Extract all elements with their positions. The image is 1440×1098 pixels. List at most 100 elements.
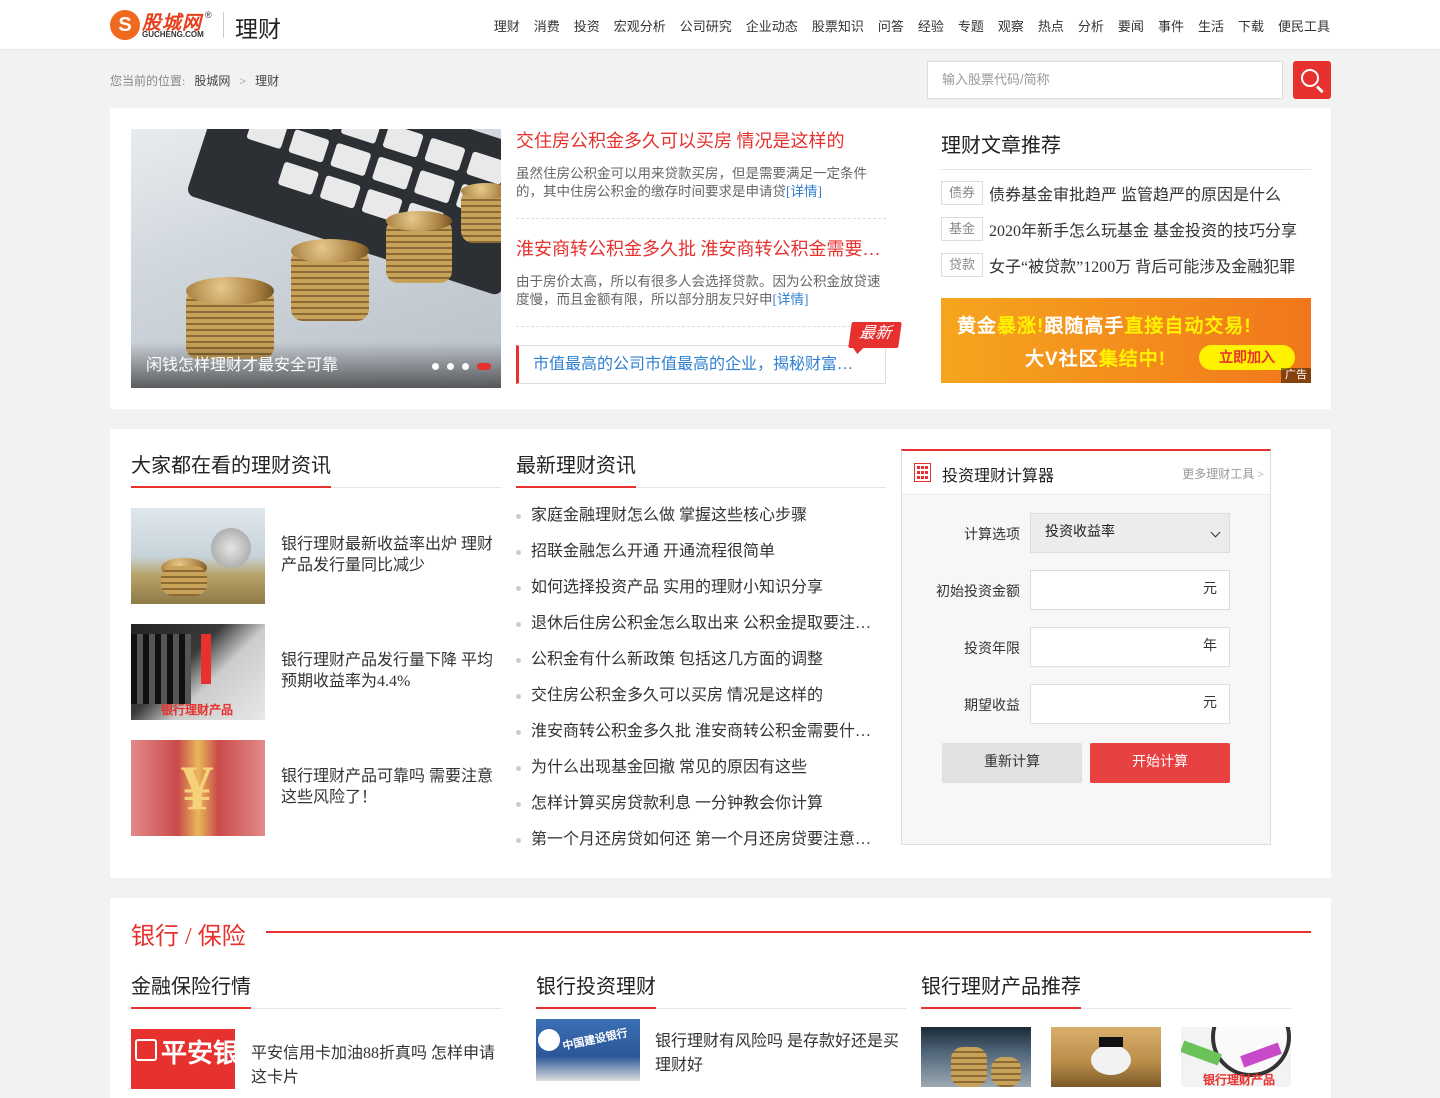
search-button[interactable] xyxy=(1293,61,1331,99)
popular-item[interactable]: ¥ 银行理财产品可靠吗 需要注意这些风险了！ xyxy=(131,740,501,836)
latest-headline[interactable]: 市值最高的公司市值最高的企业，揭秘财富巨头 xyxy=(516,345,886,384)
reset-button[interactable]: 重新计算 xyxy=(942,743,1082,783)
nav-item[interactable]: 生活 xyxy=(1198,16,1224,35)
breadcrumb-home[interactable]: 股城网 xyxy=(194,74,230,88)
details-link[interactable]: [详情] xyxy=(773,292,809,307)
nav-item[interactable]: 分析 xyxy=(1078,16,1104,35)
popular-item-title[interactable]: 银行理财产品发行量下降 平均预期收益率为4.4% xyxy=(281,650,501,692)
nav-item[interactable]: 要闻 xyxy=(1118,16,1144,35)
calc-field-row: 期望收益 元 xyxy=(902,684,1270,724)
pingan-thumbnail[interactable]: 平安银行 xyxy=(131,1029,235,1089)
calculator-icon xyxy=(914,463,931,482)
nav-item[interactable]: 观察 xyxy=(998,16,1024,35)
nav-item[interactable]: 事件 xyxy=(1158,16,1184,35)
breadcrumb-prefix: 您当前的位置: xyxy=(110,74,186,88)
nav-item[interactable]: 理财 xyxy=(494,16,520,35)
news-item[interactable]: 淮安商转公积金多久批 淮安商转公积金需要什么材料 xyxy=(516,714,886,750)
popular-item-title[interactable]: 银行理财最新收益率出炉 理财产品发行量同比减少 xyxy=(281,534,501,576)
details-link[interactable]: [详情] xyxy=(786,184,822,199)
category-tag[interactable]: 贷款 xyxy=(941,253,983,277)
nav-item[interactable]: 经验 xyxy=(918,16,944,35)
slider-caption[interactable]: 闲钱怎样理财才最安全可靠 xyxy=(146,351,338,375)
nav-item[interactable]: 公司研究 xyxy=(680,16,732,35)
featured-article-title[interactable]: 淮安商转公积金多久批 淮安商转公积金需要什么材料 xyxy=(516,235,886,261)
piggy-bank-thumbnail[interactable] xyxy=(1051,1027,1161,1087)
recommend-item[interactable]: 债券 债券基金审批趋严 监管趋严的原因是什么 xyxy=(941,175,1311,211)
coins-thumbnail[interactable] xyxy=(131,508,265,604)
popular-item[interactable]: 银行理财产品 银行理财产品发行量下降 平均预期收益率为4.4% xyxy=(131,624,501,720)
recommend-item[interactable]: 基金 2020年新手怎么玩基金 基金投资的技巧分享 xyxy=(941,211,1311,247)
ad-join-button[interactable]: 立即加入 xyxy=(1199,345,1295,370)
search-icon xyxy=(1301,69,1319,87)
calc-field-label: 投资年限 xyxy=(964,642,1020,657)
bank-section-title[interactable]: 银行 / 保险 xyxy=(131,916,246,951)
column-title[interactable]: 银行理财产品推荐 xyxy=(921,970,1081,999)
initial-amount-input[interactable]: 元 xyxy=(1030,570,1230,610)
calc-field-row: 投资年限 年 xyxy=(902,627,1270,667)
nav-item[interactable]: 便民工具 xyxy=(1278,16,1330,35)
calc-option-select[interactable]: 投资收益率 xyxy=(1030,513,1230,553)
news-item[interactable]: 如何选择投资产品 实用的理财小知识分享 xyxy=(516,570,886,606)
popular-item-title[interactable]: 银行理财产品可靠吗 需要注意这些风险了！ xyxy=(281,766,501,808)
nav-item[interactable]: 消费 xyxy=(534,16,560,35)
rmb-thumbnail[interactable]: ¥ xyxy=(131,740,265,836)
registered-mark: ® xyxy=(205,10,212,20)
coins-towers-thumbnail[interactable] xyxy=(921,1027,1031,1087)
slider-dot[interactable] xyxy=(462,363,469,370)
slider-dots xyxy=(432,363,491,370)
ad-headline: 黄金暴涨!跟随高手直接自动交易! xyxy=(957,316,1252,337)
nav-item[interactable]: 投资 xyxy=(574,16,600,35)
bank-products-thumbnail[interactable]: 银行理财产品 xyxy=(1181,1027,1291,1087)
investment-calculator: 投资理财计算器 更多理财工具 > 计算选项 投资收益率 初始投资金额 元 投资年… xyxy=(901,449,1271,845)
years-input[interactable]: 年 xyxy=(1030,627,1230,667)
recommend-item-text[interactable]: 债券基金审批趋严 监管趋严的原因是什么 xyxy=(989,181,1281,205)
section-title: 理财 xyxy=(235,17,281,42)
stock-search-input[interactable]: 输入股票代码/简称 xyxy=(927,61,1283,99)
category-tag[interactable]: 债券 xyxy=(941,181,983,205)
news-item[interactable]: 退休后住房公积金怎么取出来 公积金提取要注意什么 xyxy=(516,606,886,642)
bank-item-title[interactable]: 银行理财有风险吗 是存款好还是买理财好 xyxy=(655,1030,910,1078)
nav-item[interactable]: 宏观分析 xyxy=(614,16,666,35)
featured-article-title[interactable]: 交住房公积金多久可以买房 情况是这样的 xyxy=(516,127,886,153)
popular-item[interactable]: 银行理财最新收益率出炉 理财产品发行量同比减少 xyxy=(131,508,501,604)
logo-s-icon: S xyxy=(110,10,140,40)
news-item[interactable]: 怎样计算买房贷款利息 一分钟教会你计算 xyxy=(516,786,886,822)
news-item[interactable]: 公积金有什么新政策 包括这几方面的调整 xyxy=(516,642,886,678)
bank-product-thumbnail[interactable]: 银行理财产品 xyxy=(131,624,265,720)
slider-dot[interactable] xyxy=(432,363,439,370)
column-title[interactable]: 金融保险行情 xyxy=(131,970,251,999)
image-slider[interactable]: 闲钱怎样理财才最安全可靠 xyxy=(131,129,501,388)
recommend-item[interactable]: 贷款 女子“被贷款”1200万 背后可能涉及金融犯罪 xyxy=(941,247,1311,283)
recommend-item-text[interactable]: 2020年新手怎么玩基金 基金投资的技巧分享 xyxy=(989,217,1297,241)
breadcrumb-current[interactable]: 理财 xyxy=(255,74,279,88)
breadcrumb-separator: > xyxy=(239,74,247,88)
category-tag[interactable]: 基金 xyxy=(941,217,983,241)
news-item[interactable]: 第一个月还房贷如何还 第一个月还房贷要注意什么 xyxy=(516,822,886,858)
recommend-item-text[interactable]: 女子“被贷款”1200万 背后可能涉及金融犯罪 xyxy=(989,253,1295,277)
recommend-title: 理财文章推荐 xyxy=(941,129,1311,170)
nav-item[interactable]: 下载 xyxy=(1238,16,1264,35)
advertisement-banner[interactable]: 黄金暴涨!跟随高手直接自动交易! 大V社区集结中! 立即加入 广告 xyxy=(941,298,1311,383)
news-item[interactable]: 家庭金融理财怎么做 掌握这些核心步骤 xyxy=(516,498,886,534)
nav-item[interactable]: 企业动态 xyxy=(746,16,798,35)
expected-return-input[interactable]: 元 xyxy=(1030,684,1230,724)
featured-panel: 闲钱怎样理财才最安全可靠 交住房公积金多久可以买房 情况是这样的 虽然住房公积金… xyxy=(110,108,1331,409)
divider xyxy=(516,218,886,219)
news-item[interactable]: 招联金融怎么开通 开通流程很简单 xyxy=(516,534,886,570)
ccb-thumbnail[interactable]: 中国建设银行 xyxy=(536,1019,640,1081)
more-tools-link[interactable]: 更多理财工具 > xyxy=(1182,465,1264,482)
site-logo[interactable]: S 股城网 GUCHENG.COM ® xyxy=(110,8,220,42)
nav-item[interactable]: 问答 xyxy=(878,16,904,35)
news-item[interactable]: 为什么出现基金回撤 常见的原因有这些 xyxy=(516,750,886,786)
news-item[interactable]: 交住房公积金多久可以买房 情况是这样的 xyxy=(516,678,886,714)
bank-item-title[interactable]: 平安信用卡加油88折真吗 怎样申请这卡片 xyxy=(251,1042,501,1090)
column-title[interactable]: 银行投资理财 xyxy=(536,970,656,999)
top-header: S 股城网 GUCHENG.COM ® 理财 理财 消费 投资 宏观分析 公司研… xyxy=(0,0,1440,50)
nav-item[interactable]: 专题 xyxy=(958,16,984,35)
nav-item[interactable]: 股票知识 xyxy=(812,16,864,35)
popular-section-title: 大家都在看的理财资讯 xyxy=(131,455,331,477)
slider-dot-active[interactable] xyxy=(477,363,491,370)
calculate-button[interactable]: 开始计算 xyxy=(1090,743,1230,783)
nav-item[interactable]: 热点 xyxy=(1038,16,1064,35)
slider-dot[interactable] xyxy=(447,363,454,370)
